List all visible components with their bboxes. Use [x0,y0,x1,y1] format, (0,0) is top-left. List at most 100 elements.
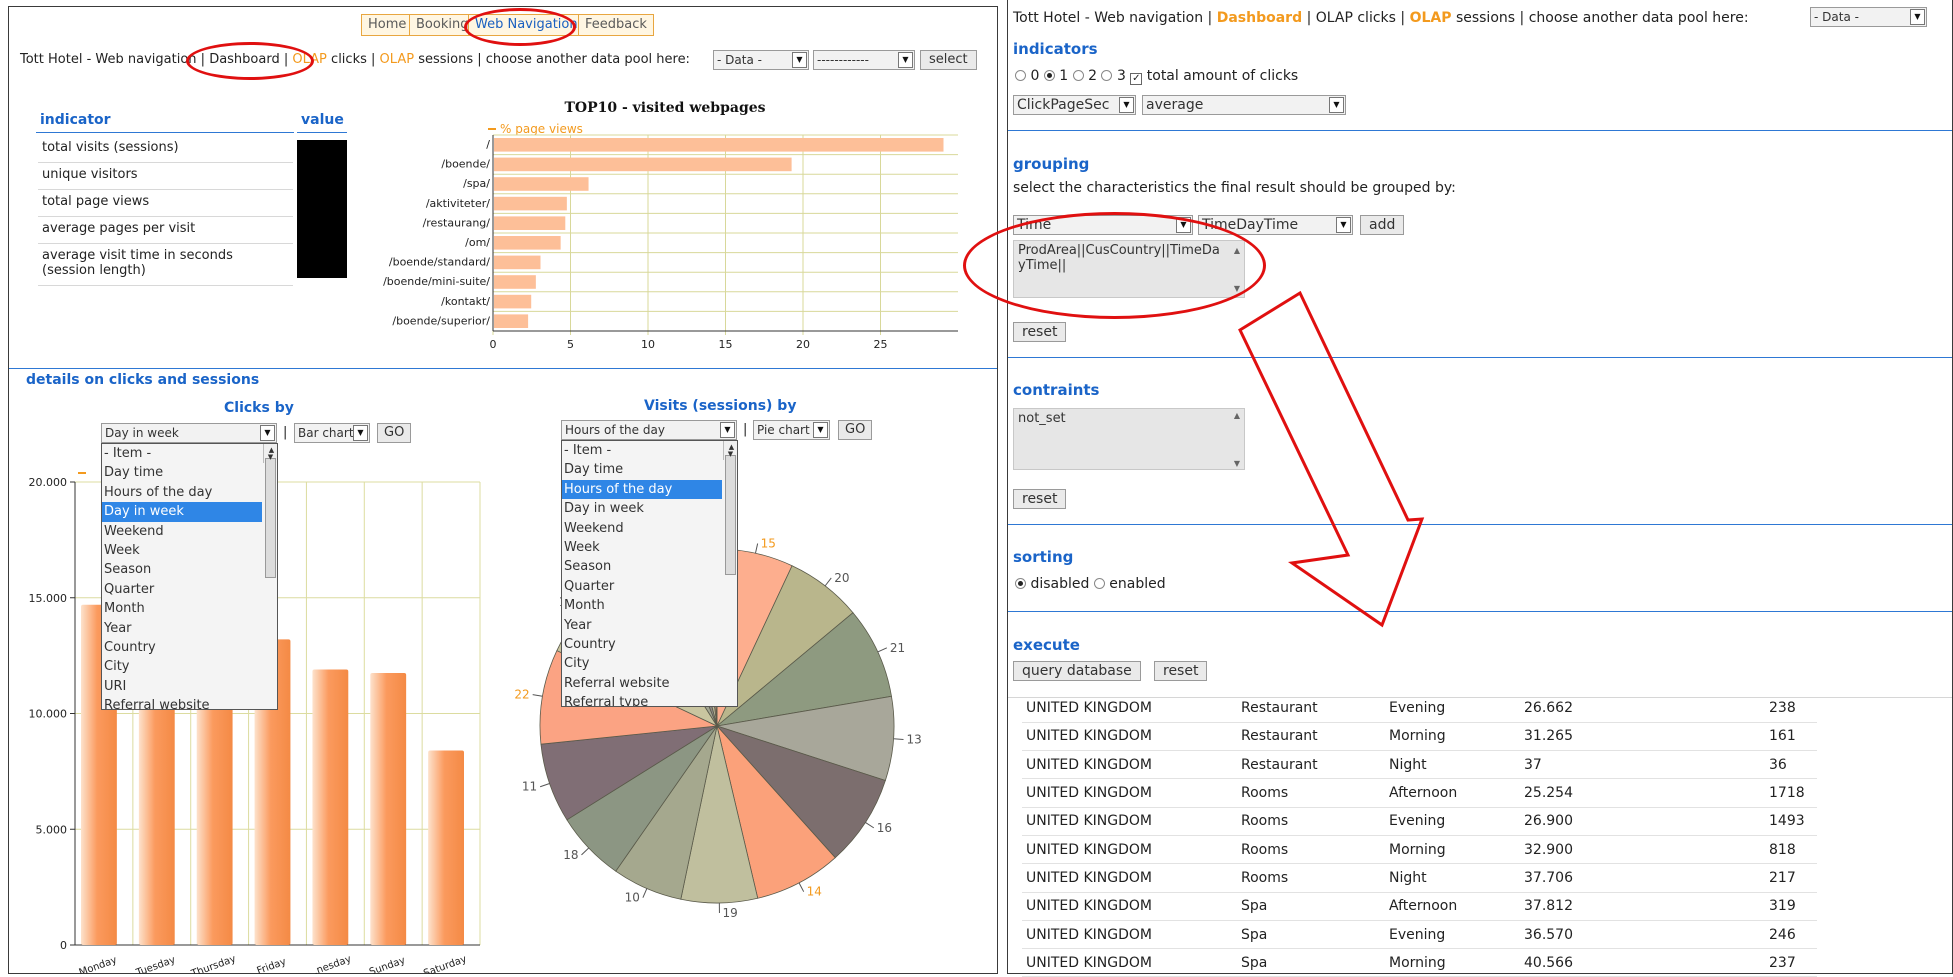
indicator-radio-2[interactable] [1073,70,1084,81]
dropdown-option[interactable]: Hours of the day [562,480,722,499]
measure-select[interactable]: ClickPageSec▼ [1013,95,1136,115]
bar [494,295,531,309]
indicator-radio-3[interactable] [1101,70,1112,81]
clicks-dimension-dropdown[interactable]: - Item -Day timeHours of the dayDay in w… [101,443,278,710]
tab-feedback[interactable]: Feedback [578,14,654,36]
sorting-disabled-radio[interactable] [1015,578,1026,589]
visits-dimension-value: Hours of the day [565,423,665,437]
clicks-charttype-select[interactable]: Bar chart▼ [294,423,370,443]
right-data-pool-value: - Data - [1814,10,1859,24]
dropdown-option[interactable]: City [562,654,722,673]
radio-label: 0 [1030,68,1039,84]
dropdown-option[interactable]: Day in week [102,502,262,521]
dropdown-option[interactable]: Day time [102,463,262,482]
clicks-dimension-select[interactable]: Day in week▼ [101,423,277,443]
dropdown-option[interactable]: Weekend [562,519,722,538]
dropdown-option[interactable]: - Item - [102,444,262,463]
dropdown-option[interactable]: - Item - [562,441,722,460]
nav-olap-sessions-link[interactable]: sessions [1456,10,1515,26]
dropdown-option[interactable]: City [102,657,262,676]
indicator-radio-1[interactable] [1044,70,1055,81]
dropdown-option[interactable]: Referral website [102,696,262,710]
bar [428,751,464,945]
dropdown-scrollbar[interactable]: ▲▼ [723,441,737,460]
dropdown-option[interactable]: URI [102,677,262,696]
dropdown-option[interactable]: Quarter [102,580,262,599]
dropdown-option[interactable]: Country [562,635,722,654]
dropdown-option[interactable]: Country [102,638,262,657]
total-clicks-checkbox[interactable]: ✓ [1130,73,1142,85]
visits-dimension-select[interactable]: Hours of the day ▼ [561,420,737,440]
dropdown-option[interactable]: Referral type [562,693,722,707]
right-data-pool-select[interactable]: - Data -▼ [1810,7,1927,27]
grouping-reset-button[interactable]: reset [1013,322,1066,342]
table-cell: Rooms [1237,779,1385,807]
grouping-add-button[interactable]: add [1360,215,1404,235]
dropdown-option[interactable]: Week [562,538,722,557]
dropdown-option[interactable]: Month [562,596,722,615]
dropdown-option[interactable]: Week [102,541,262,560]
y-tick-label: 10.000 [29,708,68,721]
data-sub-select[interactable]: ------------▼ [813,50,915,70]
dropdown-option[interactable]: Season [562,557,722,576]
dropdown-option[interactable]: Weekend [102,522,262,541]
category-label: /om/ [465,236,490,249]
dropdown-option[interactable]: Season [102,560,262,579]
table-cell: UNITED KINGDOM [1022,779,1237,807]
aggregation-select[interactable]: average▼ [1142,95,1346,115]
visits-dimension-dropdown[interactable]: - Item -Day timeHours of the dayDay in w… [561,440,738,707]
select-button[interactable]: select [920,50,977,70]
sorting-enabled-radio[interactable] [1094,578,1105,589]
scroll-down-icon[interactable]: ▼ [724,448,737,460]
clicks-go-button[interactable]: GO [377,423,411,443]
dropdown-option[interactable]: Referral website [562,674,722,693]
contraints-reset-button[interactable]: reset [1013,489,1066,509]
nav-olap-clicks-link[interactable]: clicks [331,52,367,67]
scroll-down-icon[interactable]: ▼ [264,451,277,463]
table-cell: Rooms [1237,835,1385,863]
data-sub-value: ------------ [817,53,869,67]
x-tick-label: Thursday [189,954,237,974]
visits-go-button[interactable]: GO [838,420,872,440]
table-row: UNITED KINGDOMRestaurantEvening26.662238 [1022,694,1817,722]
chevron-down-icon: ▼ [720,422,735,438]
dropdown-option[interactable]: Year [102,619,262,638]
bar [494,216,565,230]
dropdown-scrollbar[interactable]: ▲▼ [263,444,277,463]
chevron-down-icon: ▼ [1119,97,1134,113]
table-row: UNITED KINGDOMRoomsMorning32.900818 [1022,835,1817,863]
scrollbar-thumb[interactable] [725,455,736,575]
nav-sep: | [1307,10,1312,26]
table-cell: 26.900 [1520,807,1765,835]
tab-home[interactable]: Home [361,14,413,36]
dropdown-option[interactable]: Year [562,616,722,635]
tick-label: 5 [567,338,574,351]
indicator-radios: 0 1 2 3 ✓ total amount of clicks [1015,68,1298,85]
indicators-title: indicators [1013,40,1098,58]
execute-reset-button[interactable]: reset [1154,661,1207,681]
table-cell: Night [1385,864,1520,892]
category-label: /boende/standard/ [389,256,490,269]
table-row: UNITED KINGDOMRestaurantMorning31.265161 [1022,722,1817,750]
table-cell: 238 [1765,694,1817,722]
table-cell: 37.812 [1520,892,1765,920]
nav-olap-clicks-link[interactable]: clicks [1357,10,1396,26]
query-database-button[interactable]: query database [1013,661,1141,681]
dropdown-option[interactable]: Day in week [562,499,722,518]
contraints-textarea[interactable]: not_set ▲ ▼ [1013,408,1245,470]
indicator-radio-0[interactable] [1015,70,1026,81]
visits-charttype-select[interactable]: Pie chart▼ [753,420,830,440]
bar [494,275,536,289]
dropdown-option[interactable]: Hours of the day [102,483,262,502]
x-tick-label: Sunday [368,955,407,974]
dropdown-option[interactable]: Month [102,599,262,618]
nav-sep: | [1520,10,1525,26]
nav-olap-sessions-link[interactable]: sessions [418,52,473,67]
dropdown-option[interactable]: Day time [562,460,722,479]
table-row: UNITED KINGDOMRestaurantNight3736 [1022,751,1817,779]
data-pool-select[interactable]: - Data -▼ [713,50,809,70]
nav-dashboard-link[interactable]: Dashboard [1217,10,1302,26]
dropdown-option[interactable]: Quarter [562,577,722,596]
category-label: /boende/ [441,158,490,171]
scrollbar-thumb[interactable] [265,458,276,578]
